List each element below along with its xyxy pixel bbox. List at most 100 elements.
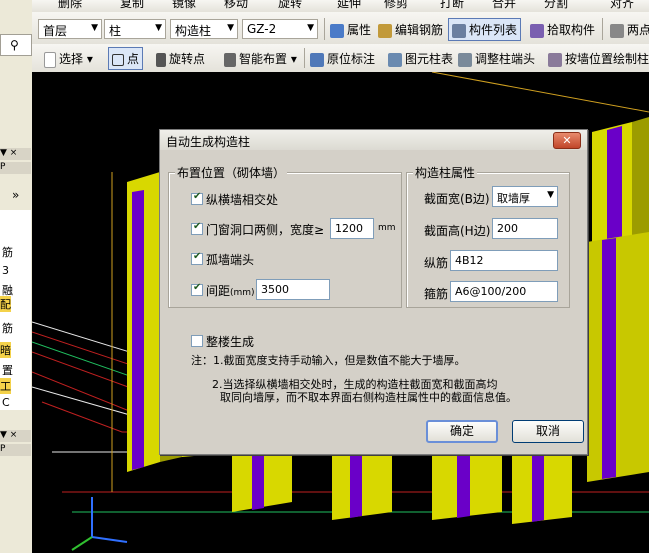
tree-item[interactable]: 暗 — [0, 342, 11, 358]
width-select[interactable]: 取墙厚 ▼ — [492, 186, 558, 207]
tree-item[interactable]: 置 — [2, 362, 13, 378]
delete-button[interactable]: 删除 — [58, 0, 82, 11]
opening-width-value: 1200 — [335, 222, 363, 235]
panel-header-2: P — [0, 162, 31, 174]
tree-item[interactable]: 3 — [2, 264, 9, 277]
element-select[interactable]: GZ-2 ▼ — [242, 19, 318, 39]
opening-checkbox[interactable] — [191, 221, 203, 235]
note-1: 注：1.截面宽度支持手动输入，但是数值不能大于墙厚。 — [191, 354, 466, 367]
spacing-label: 间距(mm) — [206, 282, 255, 299]
rotate-point-button[interactable]: 旋转点 — [156, 50, 205, 67]
tree-item[interactable]: 配 — [0, 296, 11, 312]
spacing-checkbox[interactable] — [191, 282, 203, 296]
tree-item[interactable]: 工 — [0, 378, 11, 394]
properties-icon — [330, 23, 344, 38]
point-button[interactable]: 点 — [108, 47, 144, 70]
stirrup-value: A6@100/200 — [455, 285, 527, 298]
ok-button[interactable]: 确定 — [426, 420, 498, 443]
height-input[interactable]: 200 — [492, 218, 558, 239]
select-button[interactable]: 选择 ▾ — [44, 50, 93, 68]
origin-mark-button[interactable]: 原位标注 — [310, 50, 375, 67]
type-select[interactable]: 构造柱 ▼ — [170, 19, 238, 39]
schedule-button[interactable]: 图元柱表 — [388, 50, 453, 67]
stirrup-label: 箍筋 — [424, 287, 449, 301]
adjust-end-button[interactable]: 调整柱端头 — [458, 50, 535, 67]
line-icon — [610, 23, 624, 38]
tree-item[interactable]: 筋 — [2, 244, 13, 260]
edit-rebar-label: 编辑钢筋 — [395, 23, 444, 37]
tree-item[interactable]: 筋 — [2, 320, 13, 336]
opening-unit: mm — [378, 223, 396, 233]
close-button[interactable]: ✕ — [553, 132, 581, 149]
spacing-label-text: 间距 — [206, 284, 231, 298]
select-label: 选择 — [59, 52, 84, 66]
extend-button[interactable]: 延伸 — [337, 0, 361, 11]
isolated-wall-checkbox[interactable] — [191, 251, 203, 265]
merge-button[interactable]: 合并 — [492, 0, 516, 11]
floor-value: 首层 — [43, 24, 68, 38]
chevron-down-icon: ▼ — [227, 23, 234, 33]
two-point-button[interactable]: 两点 — [610, 21, 649, 38]
spacing-value: 3500 — [261, 283, 289, 296]
tree-item[interactable]: C — [2, 396, 10, 409]
move-button[interactable]: 移动 — [224, 0, 248, 11]
chevron-down-icon: ▼ — [307, 23, 314, 33]
component-list-button[interactable]: 构件列表 — [448, 18, 522, 41]
properties-button[interactable]: 属性 — [330, 21, 371, 38]
mark-icon — [310, 52, 324, 67]
cancel-button[interactable]: 取消 — [512, 420, 584, 443]
pick-component-button[interactable]: 拾取构件 — [530, 21, 595, 38]
width-label: 截面宽(B边) — [424, 192, 490, 206]
smart-layout-label: 智能布置 — [239, 52, 288, 66]
long-rebar-input[interactable]: 4B12 — [450, 250, 558, 271]
table-icon — [388, 52, 402, 67]
panel-header-4: P — [0, 444, 31, 456]
spacing-unit: (mm) — [230, 288, 255, 298]
pencil-icon — [378, 23, 392, 38]
category-select[interactable]: 柱 ▼ — [104, 19, 166, 39]
draw-by-wall-button[interactable]: 按墙位置绘制柱 — [548, 50, 649, 67]
schedule-label: 图元柱表 — [405, 52, 454, 66]
two-point-label: 两点 — [627, 23, 649, 37]
search-icon[interactable]: ⚲ — [10, 38, 19, 52]
edit-rebar-button[interactable]: 编辑钢筋 — [378, 21, 443, 38]
mirror-button[interactable]: 镜像 — [172, 0, 196, 11]
point-icon — [112, 53, 124, 66]
opening-width-input[interactable]: 1200 — [330, 218, 374, 239]
wall-icon — [548, 52, 562, 67]
spacing-input[interactable]: 3500 — [256, 279, 330, 300]
cursor-icon — [44, 51, 56, 68]
break-button[interactable]: 打断 — [440, 0, 464, 11]
long-rebar-label: 纵筋 — [424, 256, 449, 270]
expand-icon[interactable]: » — [12, 188, 19, 202]
draw-by-wall-label: 按墙位置绘制柱 — [565, 52, 649, 66]
rotate-button[interactable]: 旋转 — [278, 0, 302, 11]
chevron-down-icon: ▼ — [155, 23, 162, 33]
opening-label: 门窗洞口两侧，宽度≥ — [206, 223, 325, 237]
split-button[interactable]: 分割 — [544, 0, 568, 11]
stirrup-input[interactable]: A6@100/200 — [450, 281, 558, 302]
eyedropper-icon — [530, 23, 544, 38]
properties-label: 属性 — [347, 23, 372, 37]
smart-layout-button[interactable]: 智能布置 ▾ — [224, 50, 297, 67]
point-label: 点 — [127, 52, 140, 66]
trim-button[interactable]: 修剪 — [384, 0, 408, 11]
chevron-down-icon: ▼ — [547, 190, 554, 200]
note-2b: 取同向墙厚，而不取本界面右侧构造柱属性中的截面信息值。 — [220, 391, 517, 404]
long-rebar-value: 4B12 — [455, 254, 484, 267]
cross-wall-checkbox[interactable] — [191, 191, 203, 205]
height-label: 截面高(H边) — [424, 224, 491, 238]
copy-button[interactable]: 复制 — [120, 0, 144, 11]
floor-select[interactable]: 首层 ▼ — [38, 19, 102, 39]
align-button[interactable]: 对齐 — [610, 0, 634, 11]
attributes-group-label: 构造柱属性 — [413, 164, 478, 181]
dialog-titlebar[interactable]: 自动生成构造柱 ✕ — [160, 130, 587, 150]
category-value: 柱 — [109, 24, 122, 38]
whole-building-checkbox[interactable] — [191, 335, 203, 347]
panel-header-3: ▼ × — [0, 430, 31, 442]
placement-group-label: 布置位置（砌体墙） — [175, 164, 288, 181]
element-value: GZ-2 — [247, 22, 277, 36]
left-panel: ⚲ ▼ × P » 筋 3 融 配 筋 暗 置 工 C ▼ × P — [0, 0, 33, 553]
origin-mark-label: 原位标注 — [327, 52, 376, 66]
whole-building-label: 整楼生成 — [206, 335, 255, 349]
